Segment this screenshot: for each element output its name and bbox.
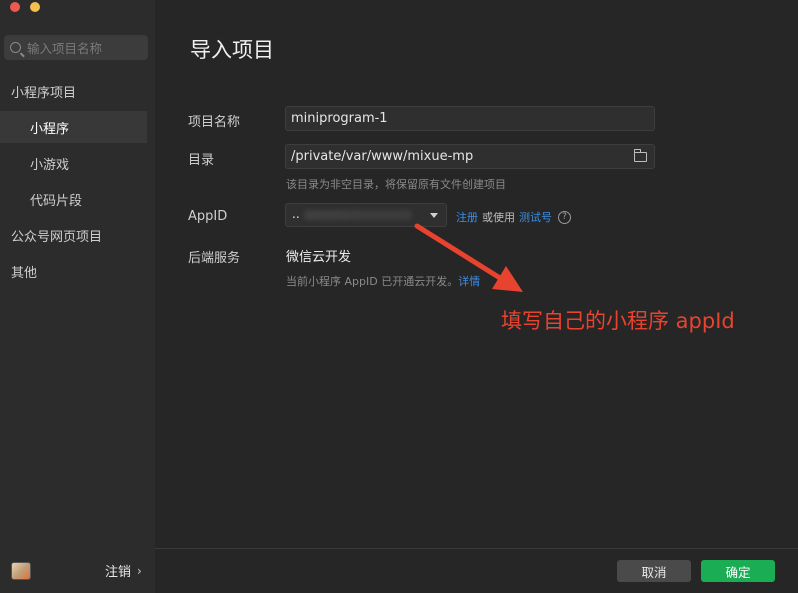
annotation-arrow <box>414 223 523 292</box>
sidebar-item-code-snippet[interactable]: 代码片段 <box>0 183 147 215</box>
close-window-button[interactable] <box>10 2 20 12</box>
sidebar-item-other[interactable]: 其他 <box>0 255 147 287</box>
main-panel: 导入项目 项目名称 miniprogram-1 目录 /private/var/… <box>155 0 798 593</box>
sidebar-item-label: 公众号网页项目 <box>11 229 103 245</box>
search-icon <box>10 42 21 53</box>
confirm-button[interactable]: 确定 <box>701 560 775 582</box>
sidebar-item-label: 小程序项目 <box>11 85 77 101</box>
footer-divider <box>155 548 798 549</box>
minimize-window-button[interactable] <box>30 2 40 12</box>
search-input[interactable]: 输入项目名称 <box>4 35 148 60</box>
sidebar: 输入项目名称 小程序项目 小程序 小游戏 代码片段 公众号网页项目 其他 注销 … <box>0 0 155 593</box>
sidebar-item-label: 代码片段 <box>30 193 83 209</box>
confirm-label: 确定 <box>725 564 751 580</box>
search-placeholder: 输入项目名称 <box>27 41 103 56</box>
annotation-text: 填写自己的小程序 appId <box>501 309 735 333</box>
sidebar-item-label: 小程序 <box>30 121 70 137</box>
sidebar-item-label: 其他 <box>11 265 38 281</box>
cancel-label: 取消 <box>641 564 667 580</box>
sidebar-item-minigame[interactable]: 小游戏 <box>0 147 147 179</box>
import-project-window: 输入项目名称 小程序项目 小程序 小游戏 代码片段 公众号网页项目 其他 注销 … <box>0 0 798 593</box>
logout-button[interactable]: 注销 › <box>105 561 142 581</box>
sidebar-item-miniprogram[interactable]: 小程序 <box>0 111 147 143</box>
chevron-right-icon: › <box>137 563 142 578</box>
cancel-button[interactable]: 取消 <box>617 560 691 582</box>
sidebar-item-miniprogram-project[interactable]: 小程序项目 <box>0 75 147 107</box>
sidebar-item-label: 小游戏 <box>30 157 70 173</box>
avatar[interactable] <box>11 562 31 580</box>
logout-label: 注销 <box>105 565 132 580</box>
sidebar-item-official-account-web[interactable]: 公众号网页项目 <box>0 219 147 251</box>
